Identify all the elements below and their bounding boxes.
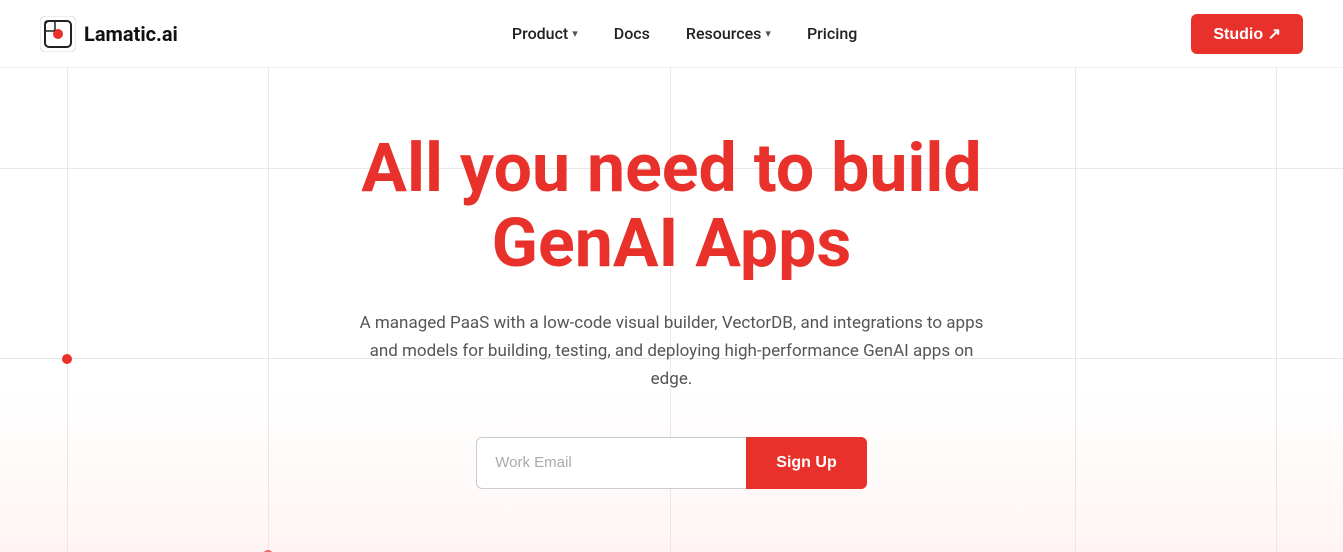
accent-dot xyxy=(62,354,72,364)
hero-title: All you need to build GenAI Apps xyxy=(352,131,992,281)
product-chevron-icon: ▾ xyxy=(572,27,578,40)
logo-text: Lamatic.ai xyxy=(84,22,178,46)
nav-docs[interactable]: Docs xyxy=(614,24,650,43)
cta-row: Sign Up xyxy=(352,437,992,489)
nav-pricing[interactable]: Pricing xyxy=(807,24,857,43)
nav-resources[interactable]: Resources ▾ xyxy=(686,24,771,43)
studio-button[interactable]: Studio ↗ xyxy=(1191,14,1303,54)
navbar: Lamatic.ai Product ▾ Docs Resources ▾ Pr… xyxy=(0,0,1343,68)
email-input[interactable] xyxy=(476,437,746,489)
grid-line xyxy=(1075,68,1076,552)
nav-product[interactable]: Product ▾ xyxy=(512,24,578,43)
grid-line xyxy=(268,68,269,552)
hero-subtitle: A managed PaaS with a low-code visual bu… xyxy=(352,309,992,393)
logo-icon xyxy=(40,16,76,52)
logo[interactable]: Lamatic.ai xyxy=(40,16,178,52)
hero-content: All you need to build GenAI Apps A manag… xyxy=(352,131,992,489)
nav-links: Product ▾ Docs Resources ▾ Pricing xyxy=(512,24,857,43)
signup-button[interactable]: Sign Up xyxy=(746,437,866,489)
resources-chevron-icon: ▾ xyxy=(765,27,771,40)
grid-line xyxy=(1276,68,1277,552)
nav-right: Studio ↗ xyxy=(1191,14,1303,54)
hero-section: All you need to build GenAI Apps A manag… xyxy=(0,68,1343,552)
grid-line xyxy=(67,68,68,552)
